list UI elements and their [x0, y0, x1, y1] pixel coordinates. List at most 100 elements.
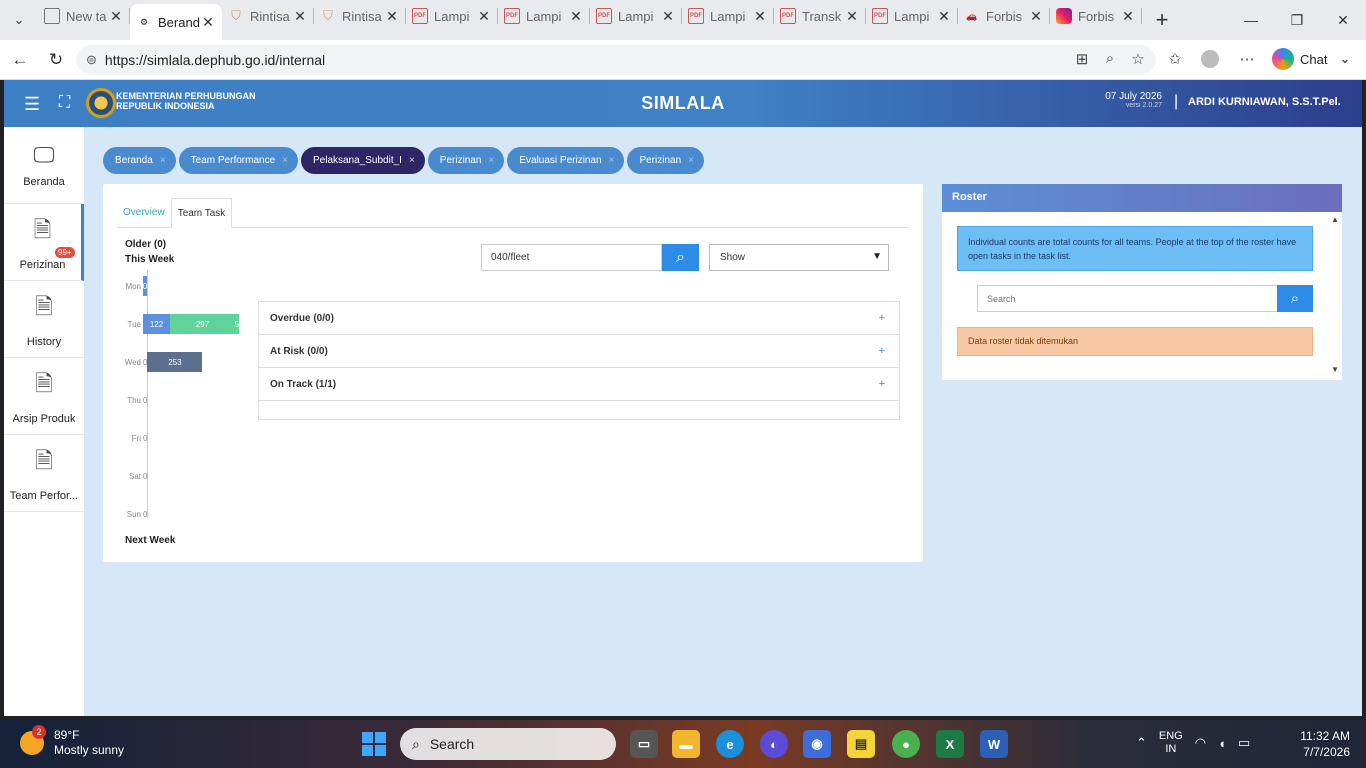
sidebar-item-perizinan[interactable]: 🗎 Perizinan 99+: [4, 204, 84, 281]
roster-search-input[interactable]: [977, 285, 1278, 312]
status-row[interactable]: At Risk (0/0) +: [259, 335, 899, 368]
browser-tab[interactable]: 🚗 Forbis ✕: [958, 0, 1050, 32]
back-icon[interactable]: ←: [8, 48, 32, 72]
browser-tab[interactable]: PDF Lampi ✕: [866, 0, 958, 32]
browser-tab[interactable]: PDF Lampi ✕: [498, 0, 590, 32]
expand-icon[interactable]: +: [879, 378, 885, 390]
show-select[interactable]: Show ▼: [709, 244, 889, 271]
sidebar-item-arsip-produk[interactable]: 🗎 Arsip Produk: [4, 358, 84, 435]
word-icon[interactable]: W: [980, 730, 1008, 758]
browser-tab[interactable]: ⛉ Rintisa ✕: [314, 0, 406, 32]
close-icon[interactable]: ×: [409, 155, 415, 166]
taskbar-search[interactable]: ⌕ Search: [400, 728, 616, 760]
favorite-star-icon[interactable]: ☆: [1128, 50, 1148, 68]
file-explorer-icon[interactable]: ▬: [672, 730, 700, 758]
tab-overview[interactable]: Overview: [117, 198, 171, 228]
sticky-notes-icon[interactable]: ▤: [847, 730, 875, 758]
chat-button[interactable]: Chat ⌄: [1272, 48, 1350, 70]
camera-icon[interactable]: ◉: [803, 730, 831, 758]
browser-tab[interactable]: PDF Lampi ✕: [682, 0, 774, 32]
battery-icon[interactable]: ▭: [1238, 735, 1250, 751]
language-indicator[interactable]: ENG IN: [1159, 730, 1183, 756]
user-name[interactable]: ARDI KURNIAWAN, S.S.T.Pel.: [1188, 96, 1341, 108]
task-bar[interactable]: 0: [143, 276, 147, 296]
minimize-button[interactable]: —: [1228, 0, 1274, 40]
close-icon[interactable]: ×: [609, 155, 615, 166]
page-tab[interactable]: Perizinan ×: [427, 147, 505, 174]
task-bar[interactable]: 122: [143, 314, 170, 334]
profile-avatar[interactable]: [1200, 50, 1220, 72]
roster-search-button[interactable]: ⌕: [1277, 285, 1313, 312]
page-tab[interactable]: Evaluasi Perizinan ×: [507, 147, 625, 174]
date: 7/7/2026: [1303, 745, 1350, 759]
page-tab[interactable]: Perizinan ×: [627, 147, 704, 174]
sidebar-item-beranda[interactable]: 🖵 Beranda: [4, 127, 84, 204]
excel-icon[interactable]: X: [936, 730, 964, 758]
close-icon[interactable]: ✕: [568, 8, 584, 25]
older-label[interactable]: Older (0): [125, 239, 166, 250]
wifi-icon[interactable]: ◠: [1195, 735, 1206, 751]
task-bar[interactable]: 253: [147, 352, 203, 372]
close-icon[interactable]: ✕: [108, 8, 124, 25]
weather-widget[interactable]: 2 89°F Mostly sunny: [20, 725, 124, 758]
close-icon[interactable]: ×: [489, 155, 495, 166]
page-tab[interactable]: Beranda ×: [103, 147, 176, 174]
url-field[interactable]: ⊜ https://simlala.dephub.go.id/internal: [76, 45, 1156, 75]
clock[interactable]: 11:32 AM 7/7/2026: [1300, 728, 1350, 760]
close-icon[interactable]: ✕: [844, 8, 860, 25]
tab-list-button[interactable]: ⌄: [0, 0, 38, 40]
browser-tab[interactable]: ⛉ Rintisa ✕: [222, 0, 314, 32]
restore-button[interactable]: ❐: [1274, 0, 1320, 40]
page-tab[interactable]: Team Performance ×: [178, 147, 298, 174]
task-bar[interactable]: 297: [170, 314, 235, 334]
start-button[interactable]: [362, 732, 386, 756]
browser-tab[interactable]: New ta ✕: [38, 0, 130, 32]
sidebar-item-history[interactable]: 🗎 History: [4, 281, 84, 358]
browser-tab[interactable]: PDF Lampi ✕: [590, 0, 682, 32]
refresh-icon[interactable]: ↻: [44, 48, 68, 72]
more-menu-icon[interactable]: ⋯: [1237, 50, 1257, 68]
sidebar: 🖵 Beranda 🗎 Perizinan 99+ 🗎 History 🗎 Arsip Prod…: [4, 127, 84, 716]
browser-tab[interactable]: PDF Transk ✕: [774, 0, 866, 32]
volume-icon[interactable]: ◖: [1218, 736, 1226, 751]
task-search-button[interactable]: ⌕: [662, 244, 699, 271]
page-tab[interactable]: Pelaksana_Subdit_I ×: [300, 147, 425, 174]
edge-icon[interactable]: e: [716, 730, 744, 758]
status-row[interactable]: Overdue (0/0) +: [259, 302, 899, 335]
tab-team-task[interactable]: Team Task: [170, 198, 233, 228]
zoom-icon[interactable]: ⌕: [1100, 50, 1120, 67]
new-tab-button[interactable]: +: [1142, 7, 1182, 33]
expand-icon[interactable]: +: [879, 312, 885, 324]
close-icon[interactable]: ✕: [752, 8, 768, 25]
close-icon[interactable]: ✕: [292, 8, 308, 25]
app-icon[interactable]: ◐: [760, 730, 788, 758]
close-icon[interactable]: ✕: [936, 8, 952, 25]
close-icon[interactable]: ×: [688, 155, 694, 166]
close-icon[interactable]: ×: [160, 155, 166, 166]
chevron-up-icon[interactable]: ⌃: [1136, 735, 1147, 751]
favorites-icon[interactable]: ✩: [1165, 50, 1185, 68]
chrome-icon[interactable]: ●: [892, 730, 920, 758]
sidebar-item-team-perfor[interactable]: 🗎 Team Perfor...: [4, 435, 84, 512]
day-name: Sun: [126, 509, 141, 519]
browser-tab[interactable]: PDF Lampi ✕: [406, 0, 498, 32]
browser-tab[interactable]: ⚙ Berand ✕: [130, 4, 222, 40]
close-icon[interactable]: ✕: [200, 14, 216, 31]
close-icon[interactable]: ×: [282, 155, 288, 166]
site-info-icon[interactable]: ⊜: [86, 52, 97, 68]
task-search-input[interactable]: [481, 244, 662, 271]
close-window-button[interactable]: ✕: [1320, 0, 1366, 40]
app-available-icon[interactable]: ⊞: [1072, 50, 1092, 68]
close-icon[interactable]: ✕: [660, 8, 676, 25]
scroll-down-arrow[interactable]: ▼: [1331, 365, 1339, 374]
browser-tab[interactable]: Forbis ✕: [1050, 0, 1142, 32]
scroll-up-arrow[interactable]: ▲: [1331, 215, 1339, 224]
close-icon[interactable]: ✕: [476, 8, 492, 25]
close-icon[interactable]: ✕: [1120, 8, 1136, 25]
expand-icon[interactable]: +: [879, 345, 885, 357]
status-row[interactable]: On Track (1/1) +: [259, 368, 899, 401]
task-view-icon[interactable]: ▭: [630, 730, 658, 758]
task-bar[interactable]: 5: [235, 314, 239, 334]
close-icon[interactable]: ✕: [384, 8, 400, 25]
close-icon[interactable]: ✕: [1028, 8, 1044, 25]
